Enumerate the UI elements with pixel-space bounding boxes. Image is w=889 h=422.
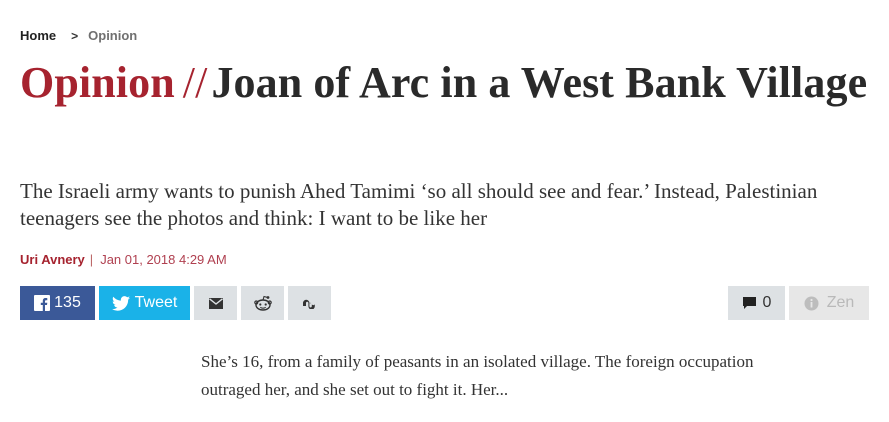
article-tools-bar: 0 Zen	[728, 286, 869, 320]
tweet-button[interactable]: Tweet	[99, 286, 190, 320]
breadcrumb-home-link[interactable]: Home	[20, 28, 56, 44]
reddit-share-button[interactable]	[241, 286, 284, 320]
headline-title: Joan of Arc in a West Bank Village	[211, 58, 868, 107]
article-subheadline: The Israeli army wants to punish Ahed Ta…	[20, 179, 818, 230]
byline-divider: |	[89, 252, 94, 267]
breadcrumb: Home > Opinion	[20, 28, 137, 44]
tweet-label: Tweet	[134, 294, 178, 311]
article-excerpt: She’s 16, from a family of peasants in a…	[201, 352, 754, 399]
share-bar: 135 Tweet	[20, 286, 331, 320]
stumbleupon-icon	[302, 297, 318, 309]
email-icon	[208, 297, 223, 309]
facebook-share-count: 135	[54, 294, 81, 311]
headline-section-label[interactable]: Opinion	[20, 58, 175, 107]
facebook-icon	[34, 295, 51, 311]
zen-mode-button[interactable]: Zen	[789, 286, 869, 320]
reddit-icon	[253, 295, 272, 311]
author-link[interactable]: Uri Avnery	[20, 252, 85, 268]
headline-slashes: //	[182, 58, 208, 107]
zen-label: Zen	[826, 294, 855, 311]
comments-count: 0	[762, 294, 772, 311]
stumbleupon-share-button[interactable]	[288, 286, 331, 320]
twitter-icon	[111, 295, 130, 311]
byline: Uri Avnery | Jan 01, 2018 4:29 AM	[20, 252, 227, 268]
breadcrumb-separator: >	[71, 29, 79, 43]
comment-icon	[742, 296, 757, 310]
publish-date: Jan 01, 2018 4:29 AM	[100, 252, 227, 267]
comments-button[interactable]: 0	[728, 286, 785, 320]
email-share-button[interactable]	[194, 286, 237, 320]
article-headline: Opinion//Joan of Arc in a West Bank Vill…	[20, 56, 870, 110]
facebook-share-button[interactable]: 135	[20, 286, 95, 320]
breadcrumb-opinion-link[interactable]: Opinion	[88, 28, 137, 44]
info-icon	[804, 296, 819, 311]
